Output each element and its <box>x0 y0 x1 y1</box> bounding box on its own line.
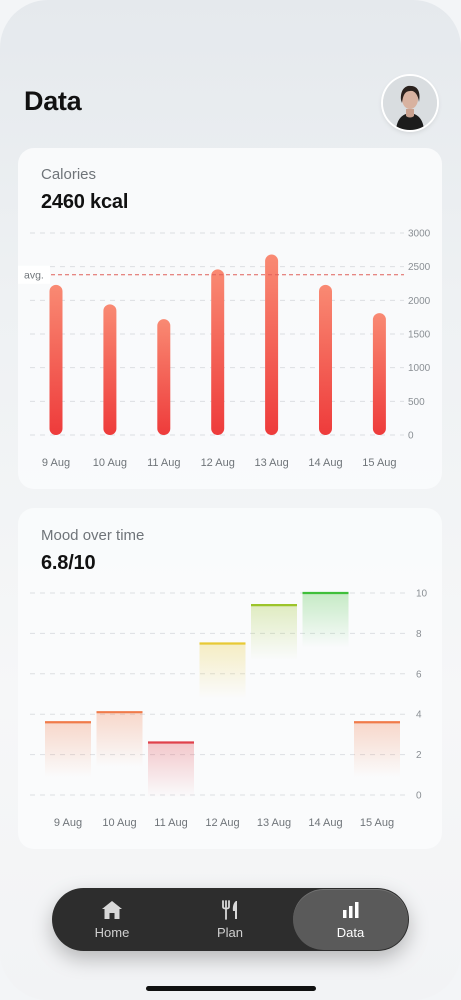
x-tick-label: 14 Aug <box>308 457 342 469</box>
x-tick-label: 11 Aug <box>147 457 180 469</box>
screen: Data Calories 2460 kcal 0 500 1000 1500 2000… <box>0 0 461 1000</box>
mood-chart: 0 2 4 6 8 10 9 Aug 10 Aug 11 Aug 12 Aug 13 Aug 14 A… <box>30 589 428 829</box>
x-tick-label: 13 Aug <box>257 817 291 829</box>
nav-item-home[interactable]: Home <box>54 888 170 951</box>
x-tick-label: 13 Aug <box>254 457 288 469</box>
calorie-bar <box>211 269 225 435</box>
y-tick-label: 0 <box>408 431 414 442</box>
nav-item-data[interactable]: Data <box>293 889 408 950</box>
home-indicator <box>146 986 316 991</box>
x-tick-label: 10 Aug <box>102 817 136 829</box>
calorie-bar <box>157 319 171 435</box>
mood-bar-fill <box>302 593 349 648</box>
y-tick-label: 0 <box>416 791 422 802</box>
nav-item-label: Data <box>336 924 365 940</box>
x-tick-label: 15 Aug <box>360 817 394 829</box>
calorie-bar <box>372 313 386 435</box>
mood-bar-fill <box>96 712 143 768</box>
calorie-bar <box>319 284 332 435</box>
page-title: Data <box>24 86 82 116</box>
nav-item-label: Home <box>94 924 130 940</box>
y-tick-label: 8 <box>416 629 422 640</box>
y-tick-label: 1000 <box>408 363 431 374</box>
x-tick-label: 9 Aug <box>42 457 70 469</box>
x-tick-label: 9 Aug <box>54 817 82 829</box>
x-tick-label: 12 Aug <box>201 457 235 469</box>
y-tick-label: 1500 <box>408 330 431 341</box>
mood-bar-fill <box>45 722 91 778</box>
mood-bar-fill <box>148 742 194 798</box>
x-tick-label: 12 Aug <box>205 817 239 829</box>
y-tick-label: 3000 <box>408 229 431 240</box>
y-tick-label: 2500 <box>408 262 431 273</box>
avatar-portrait <box>383 76 437 130</box>
calorie-bar <box>103 304 117 435</box>
mood-card: Mood over time 6.8/10 0 2 4 6 8 10 9 Aug 10 Aug… <box>18 508 442 849</box>
x-tick-label: 14 Aug <box>308 817 342 829</box>
mood-bar-fill <box>199 643 246 699</box>
calories-card: Calories 2460 kcal 0 500 1000 1500 2000 2500 3… <box>18 148 442 489</box>
home-icon <box>101 900 123 920</box>
x-tick-label: 15 Aug <box>362 457 396 469</box>
y-tick-label: 2 <box>416 750 422 761</box>
mood-bar-fill <box>251 605 297 661</box>
y-tick-label: 500 <box>408 397 425 408</box>
fork-knife-icon <box>220 899 240 920</box>
x-tick-label: 11 Aug <box>154 817 187 829</box>
y-tick-label: 10 <box>416 589 428 600</box>
mood-bar-fill <box>354 722 400 778</box>
average-label: avg. <box>24 270 44 282</box>
y-tick-label: 2000 <box>408 296 431 307</box>
bar-chart-icon <box>341 900 361 920</box>
avatar[interactable] <box>383 76 437 130</box>
bottom-nav: Home Plan Data <box>52 888 409 951</box>
calorie-bar <box>49 284 63 435</box>
calories-chart: 0 500 1000 1500 2000 2500 3000 9 Aug 10 Aug 11 Au… <box>18 229 431 469</box>
nav-item-label: Plan <box>216 924 244 940</box>
nav-item-plan[interactable]: Plan <box>172 888 288 951</box>
x-tick-label: 10 Aug <box>93 457 127 469</box>
y-tick-label: 6 <box>416 669 422 680</box>
y-tick-label: 4 <box>416 710 422 721</box>
calorie-bar <box>265 254 279 435</box>
